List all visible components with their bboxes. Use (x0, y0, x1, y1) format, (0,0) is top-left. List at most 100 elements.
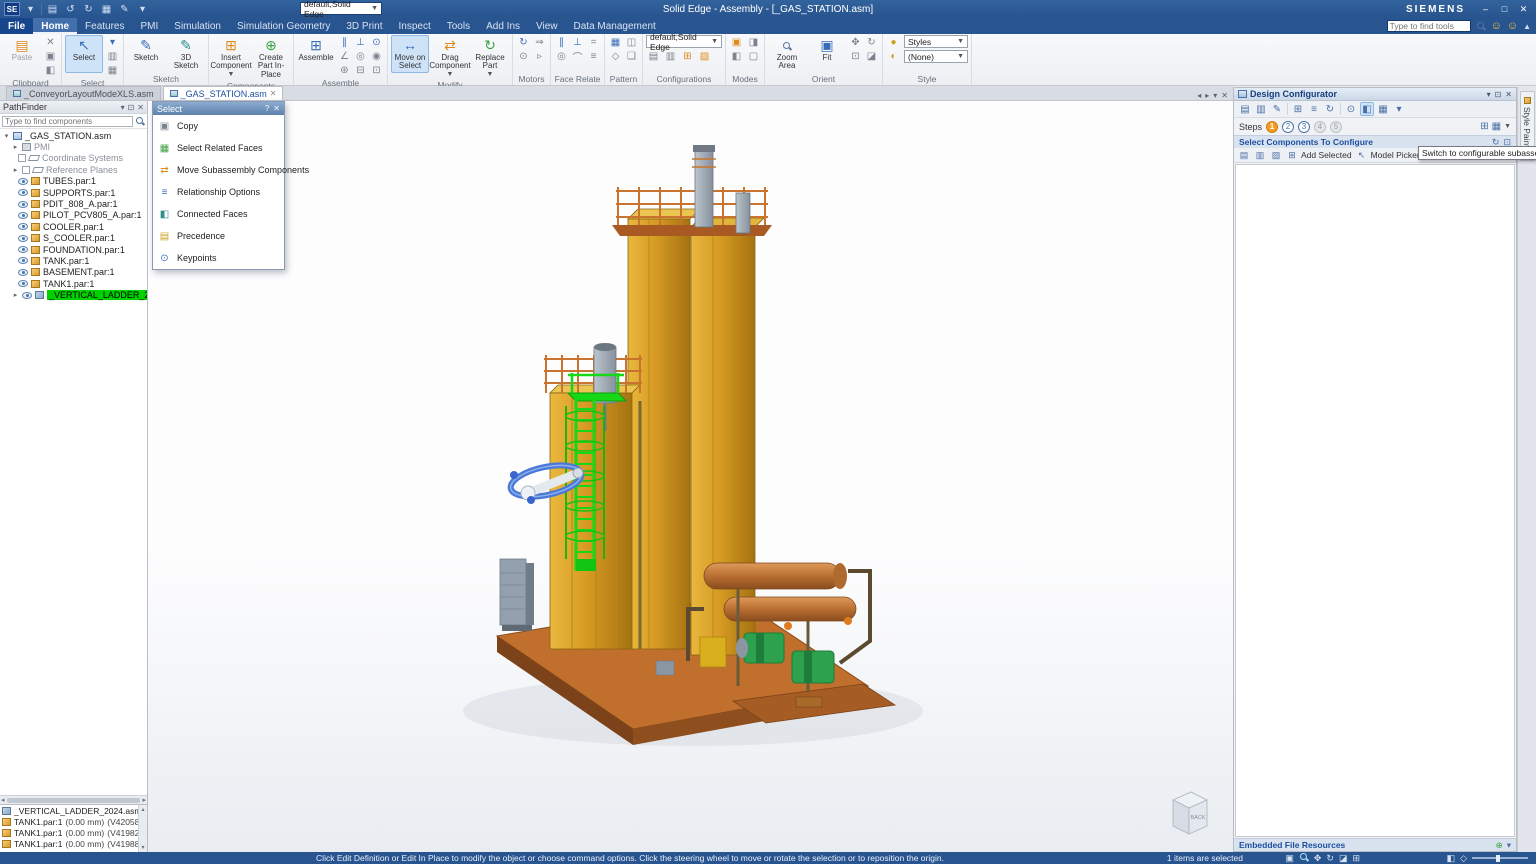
menu-item-keypoints[interactable]: ⊙ Keypoints (153, 247, 284, 269)
tree-item-pmi[interactable]: ▸ PMI (0, 141, 147, 152)
help-icon[interactable]: ? (265, 104, 269, 113)
step-2-button[interactable]: 2 (1282, 120, 1295, 133)
angle-relation-icon[interactable]: ∠ (337, 50, 352, 63)
visibility-eye-icon[interactable] (18, 211, 28, 219)
shaded-style-icon[interactable]: ● (886, 36, 901, 49)
display-configurations-icon[interactable]: ▤ (646, 50, 661, 63)
save-icon[interactable]: ▤ (45, 3, 60, 16)
step-5-button[interactable]: 5 (1330, 120, 1343, 133)
motor-group-icon[interactable]: ⊙ (516, 50, 531, 63)
save-config-icon[interactable]: ✎ (1270, 102, 1284, 116)
list-view-icon[interactable]: ▦ (1492, 121, 1501, 132)
tab-3d-print[interactable]: 3D Print (338, 18, 390, 34)
zoom-icon[interactable] (1299, 852, 1309, 864)
simplify-icon[interactable]: ▨ (697, 50, 712, 63)
zoom-area-button[interactable]: Zoom Area (768, 35, 806, 73)
tree-item-part[interactable]: SUPPORTS.par:1 (0, 187, 147, 198)
list-desc-icon[interactable]: ▥ (1254, 149, 1266, 161)
menu-item-select-related-faces[interactable]: ▦ Select Related Faces (153, 137, 284, 159)
visibility-eye-icon[interactable] (18, 246, 28, 254)
scroll-up-icon[interactable]: ▴ (141, 806, 144, 813)
window-layout-icon[interactable]: ⊞ (1352, 853, 1360, 864)
tab-home[interactable]: Home (33, 18, 78, 34)
format-painter-icon[interactable]: ◧ (43, 64, 58, 77)
inactive-mode-icon[interactable]: ▢ (746, 50, 761, 63)
visibility-eye-icon[interactable] (18, 280, 28, 288)
tree-item-part[interactable]: TANK1.par:1 (0, 278, 147, 289)
perpendicular-faces-icon[interactable]: ⊥ (570, 36, 585, 49)
common-views-icon[interactable]: ⊡ (848, 50, 863, 63)
minimize-button[interactable]: – (1477, 2, 1494, 16)
app-menu-arrow-icon[interactable]: ▾ (23, 3, 38, 16)
grid-view-icon[interactable]: ⊞ (1480, 121, 1488, 132)
close-button[interactable]: ✕ (1515, 2, 1532, 16)
clone-icon[interactable]: ❏ (624, 50, 639, 63)
preview-eye-icon[interactable]: ⊙ (1344, 102, 1358, 116)
options-dropdown-icon[interactable]: ▾ (1392, 102, 1406, 116)
print-icon[interactable]: ▦ (99, 3, 114, 16)
selection-list-item[interactable]: TANK1.par:1 (0.00 mm) (V42058) (0, 817, 138, 828)
selection-list-item[interactable]: TANK1.par:1 (0.00 mm) (V41988) (0, 838, 138, 849)
variants-icon[interactable]: ▦ (1376, 102, 1390, 116)
tree-item-part[interactable]: S_COOLER.par:1 (0, 233, 147, 244)
tree-item-reference-planes[interactable]: ▸ Reference Planes (0, 164, 147, 175)
pathfinder-dock-icon[interactable]: ▾ (121, 103, 125, 112)
cooler-cabinet[interactable] (499, 558, 534, 631)
linear-motor-icon[interactable]: ⇒ (532, 36, 547, 49)
expand-caret-icon[interactable]: ▸ (12, 143, 19, 151)
axial-align-icon[interactable]: ⊙ (369, 36, 384, 49)
drag-component-button[interactable]: ⇄ Drag Component ▼ (429, 35, 470, 79)
display-mode-icon[interactable]: ◧ (1447, 853, 1456, 864)
visibility-checkbox[interactable] (22, 165, 30, 174)
simplified-mode-icon[interactable]: ▣ (729, 36, 744, 49)
menu-item-move-subassembly-components[interactable]: ⇄ Move Subassembly Components (153, 159, 309, 181)
rotate-icon[interactable]: ↻ (1326, 853, 1334, 864)
tree-item-part[interactable]: BASEMENT.par:1 (0, 267, 147, 278)
pathfinder-horizontal-scrollbar[interactable]: ◂ ▸ (0, 795, 147, 804)
select-button[interactable]: ↖ Select (65, 35, 103, 73)
tab-view[interactable]: View (528, 18, 566, 34)
tab-simulation-geometry[interactable]: Simulation Geometry (229, 18, 338, 34)
tree-item-vertical-ladder-selected[interactable]: ▸ _VERTICAL_LADDER_2024.asm:1 (0, 289, 147, 301)
coplanar-faces-icon[interactable]: = (586, 36, 601, 49)
move-on-select-button[interactable]: ↔ Move on Select (391, 35, 429, 73)
menu-item-copy[interactable]: ▣ Copy (153, 115, 284, 137)
offset-faces-icon[interactable]: ≡ (586, 50, 601, 63)
tree-item-part[interactable]: COOLER.par:1 (0, 221, 147, 232)
search-icon[interactable] (1476, 21, 1486, 31)
adjustable-mode-icon[interactable]: ◨ (746, 36, 761, 49)
selection-list-item[interactable]: _VERTICAL_LADDER_2024.asm:1 (0, 806, 138, 817)
perspective-icon[interactable]: ◇ (1460, 853, 1467, 864)
visibility-eye-icon[interactable] (18, 234, 28, 242)
app-logo[interactable]: SE (4, 2, 20, 16)
view-options-dropdown-icon[interactable]: ▼ (1504, 123, 1511, 130)
pattern-icon[interactable]: ▦ (608, 36, 623, 49)
fit-button[interactable]: ▣ Fit (808, 35, 846, 73)
sketch-button[interactable]: ✎ Sketch (127, 35, 165, 73)
visibility-eye-icon[interactable] (18, 223, 28, 231)
new-config-icon[interactable]: ▤ (1238, 102, 1252, 116)
align-faces-icon[interactable]: ∥ (554, 36, 569, 49)
menu-item-relationship-options[interactable]: ≡ Relationship Options (153, 181, 284, 203)
expand-resources-icon[interactable]: ▾ (1507, 840, 1511, 851)
panel-dock-icon[interactable]: ▾ (1487, 90, 1491, 99)
select-options-icon[interactable]: ▾ (105, 36, 120, 49)
tab-tools[interactable]: Tools (439, 18, 478, 34)
selection-list-item[interactable]: TANK1.par:1 (0.00 mm) (V41982) (0, 828, 138, 839)
doc-tab-gas-station[interactable]: _GAS_STATION.asm ✕ (162, 86, 284, 100)
add-resource-icon[interactable]: ⊕ (1496, 840, 1503, 851)
tree-item-part[interactable]: PILOT_PCV805_A.par:1 (0, 210, 147, 221)
selection-list-scrollbar[interactable]: ▴ ▾ (138, 805, 147, 852)
visibility-checkbox[interactable] (18, 154, 26, 163)
tangent-faces-icon[interactable]: ⌒ (570, 50, 585, 64)
tree-item-part[interactable]: FOUNDATION.par:1 (0, 244, 147, 255)
restore-button[interactable]: □ (1496, 2, 1513, 16)
designed-mode-icon[interactable]: ◧ (729, 50, 744, 63)
gas-station-3d-model[interactable] (148, 101, 1233, 852)
step-3-button[interactable]: 3 (1298, 120, 1311, 133)
collapse-caret-icon[interactable]: ▾ (3, 132, 10, 140)
close-icon[interactable]: ✕ (273, 104, 280, 113)
tab-simulation[interactable]: Simulation (166, 18, 229, 34)
simulate-motor-icon[interactable]: ▹ (532, 50, 547, 63)
configure-mode-icon[interactable]: ◧ (1360, 102, 1374, 116)
